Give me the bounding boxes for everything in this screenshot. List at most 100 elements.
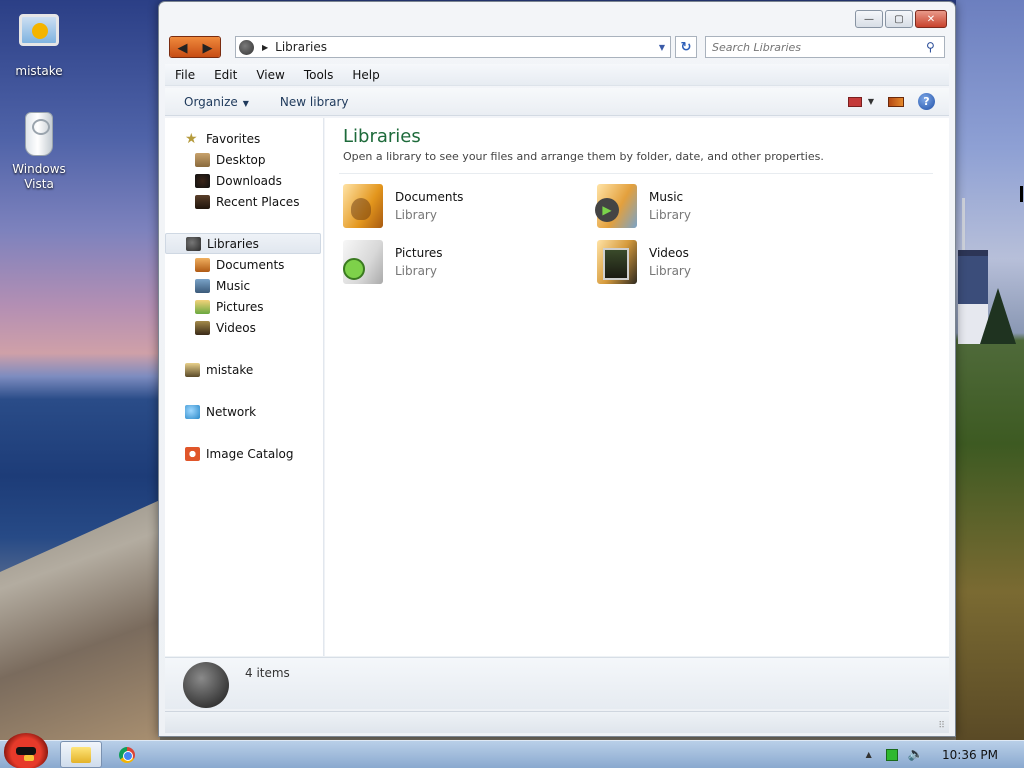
clock[interactable]: 10:36 PM xyxy=(942,748,998,762)
caption-buttons: — ▢ ✕ xyxy=(855,10,947,28)
item-count: 4 items xyxy=(245,666,290,680)
details-pane: 4 items xyxy=(165,657,949,709)
page-title: Libraries xyxy=(343,126,421,147)
nav-image-catalog[interactable]: Image Catalog xyxy=(165,443,323,464)
address-dropdown-icon[interactable]: ▼ xyxy=(654,43,670,52)
status-bar: ⠿ xyxy=(165,711,949,733)
preview-pane-icon[interactable] xyxy=(888,96,904,107)
documents-library-icon xyxy=(343,184,383,228)
show-hidden-icons-icon[interactable]: ▲ xyxy=(866,750,872,759)
navigation-bar: ◀ ▶ ▶ Libraries ▼ ↻ ⚲ xyxy=(169,35,949,59)
mouse-cursor xyxy=(1020,186,1023,202)
nav-pictures-label: Pictures xyxy=(216,299,264,314)
chevron-down-icon: ▼ xyxy=(867,97,874,106)
menu-edit[interactable]: Edit xyxy=(204,68,246,82)
search-input[interactable] xyxy=(712,40,926,54)
library-name: Videos xyxy=(649,246,689,260)
volume-icon[interactable]: 🔈 xyxy=(908,747,924,762)
organize-button[interactable]: Organize ▼ xyxy=(165,95,261,109)
menu-tools[interactable]: Tools xyxy=(294,68,343,82)
desktop-icon-windows-vista[interactable]: Windows Vista xyxy=(1,112,77,192)
nav-videos-label: Videos xyxy=(216,320,256,335)
breadcrumb-chevron-icon[interactable]: ▶ xyxy=(262,43,268,52)
library-music[interactable]: Music Library xyxy=(595,184,817,232)
libraries-large-icon xyxy=(183,662,229,708)
help-icon[interactable]: ? xyxy=(918,93,935,110)
nav-libraries[interactable]: Libraries xyxy=(165,233,321,254)
recycle-bin-icon xyxy=(15,112,63,158)
start-button[interactable] xyxy=(4,733,48,768)
libraries-icon xyxy=(186,236,201,251)
close-button[interactable]: ✕ xyxy=(915,10,947,28)
nav-network-label: Network xyxy=(206,404,257,419)
command-bar-right: ▼ ? xyxy=(847,93,935,110)
library-kind: Library xyxy=(649,264,691,278)
library-pictures[interactable]: Pictures Library xyxy=(343,240,563,288)
desktop-folder-icon xyxy=(195,152,210,167)
forward-button[interactable]: ▶ xyxy=(195,37,220,57)
system-tray: ▲ 🔈 10:36 PM xyxy=(866,741,1024,768)
nav-videos[interactable]: Videos xyxy=(165,317,323,338)
taskbar: ▲ 🔈 10:36 PM xyxy=(0,733,1024,768)
breadcrumb-libraries[interactable]: Libraries xyxy=(275,40,654,54)
pictures-library-icon xyxy=(343,240,383,284)
nav-downloads[interactable]: Downloads xyxy=(165,170,323,191)
desktop-wallpaper-pole xyxy=(962,198,965,258)
homegroup-icon xyxy=(185,362,200,377)
minimize-button[interactable]: — xyxy=(855,10,883,28)
menu-help[interactable]: Help xyxy=(342,68,388,82)
nav-documents[interactable]: Documents xyxy=(165,254,323,275)
videos-library-icon xyxy=(597,240,637,284)
chrome-icon xyxy=(119,746,135,763)
address-bar[interactable]: ▶ Libraries ▼ xyxy=(235,36,671,58)
computer-icon xyxy=(15,14,63,60)
menu-view[interactable]: View xyxy=(246,68,293,82)
search-box[interactable]: ⚲ xyxy=(705,36,945,58)
nav-image-catalog-label: Image Catalog xyxy=(206,446,294,461)
page-subtitle: Open a library to see your files and arr… xyxy=(343,150,824,163)
library-name: Pictures xyxy=(395,246,443,260)
nav-downloads-label: Downloads xyxy=(216,173,282,188)
back-button[interactable]: ◀ xyxy=(170,37,195,57)
videos-icon xyxy=(195,320,210,335)
change-view-button[interactable]: ▼ xyxy=(847,96,874,107)
nav-homegroup-mistake[interactable]: mistake xyxy=(165,359,323,380)
taskbar-chrome-button[interactable] xyxy=(110,741,144,768)
music-library-icon xyxy=(595,184,637,228)
nav-music-label: Music xyxy=(216,278,251,293)
library-documents[interactable]: Documents Library xyxy=(343,184,563,232)
library-kind: Library xyxy=(395,208,437,222)
network-status-icon[interactable] xyxy=(885,748,898,761)
library-videos[interactable]: Videos Library xyxy=(597,240,817,288)
desktop-wallpaper-rocks xyxy=(0,500,160,740)
navigation-pane: ★ Favorites Desktop Downloads Recent Pla… xyxy=(165,118,324,656)
chevron-down-icon: ▼ xyxy=(242,98,249,108)
libraries-orb-icon xyxy=(239,39,254,55)
nav-favorites-label: Favorites xyxy=(206,131,261,146)
maximize-button[interactable]: ▢ xyxy=(885,10,913,28)
nav-pictures[interactable]: Pictures xyxy=(165,296,323,317)
image-catalog-icon xyxy=(185,446,200,461)
nav-recent-places[interactable]: Recent Places xyxy=(165,191,323,212)
desktop-wallpaper-landscape xyxy=(956,0,1024,740)
pictures-icon xyxy=(195,299,210,314)
nav-network[interactable]: Network xyxy=(165,401,323,422)
recent-places-icon xyxy=(195,194,210,209)
library-kind: Library xyxy=(649,208,691,222)
refresh-button[interactable]: ↻ xyxy=(675,36,697,58)
nav-music[interactable]: Music xyxy=(165,275,323,296)
taskbar-explorer-button[interactable] xyxy=(60,741,102,768)
desktop-wallpaper-tree xyxy=(980,288,1016,344)
command-bar: Organize ▼ New library ▼ ? xyxy=(165,88,949,116)
organize-label: Organize xyxy=(184,94,238,109)
nav-desktop[interactable]: Desktop xyxy=(165,149,323,170)
menu-file[interactable]: File xyxy=(165,68,204,82)
new-library-button[interactable]: New library xyxy=(261,95,361,109)
library-kind: Library xyxy=(395,264,437,278)
views-icon xyxy=(847,96,862,107)
search-icon[interactable]: ⚲ xyxy=(926,40,944,54)
resize-grip-icon[interactable]: ⠿ xyxy=(938,721,945,731)
nav-favorites[interactable]: ★ Favorites xyxy=(165,128,323,149)
desktop-icon-mistake[interactable]: mistake xyxy=(1,8,77,78)
